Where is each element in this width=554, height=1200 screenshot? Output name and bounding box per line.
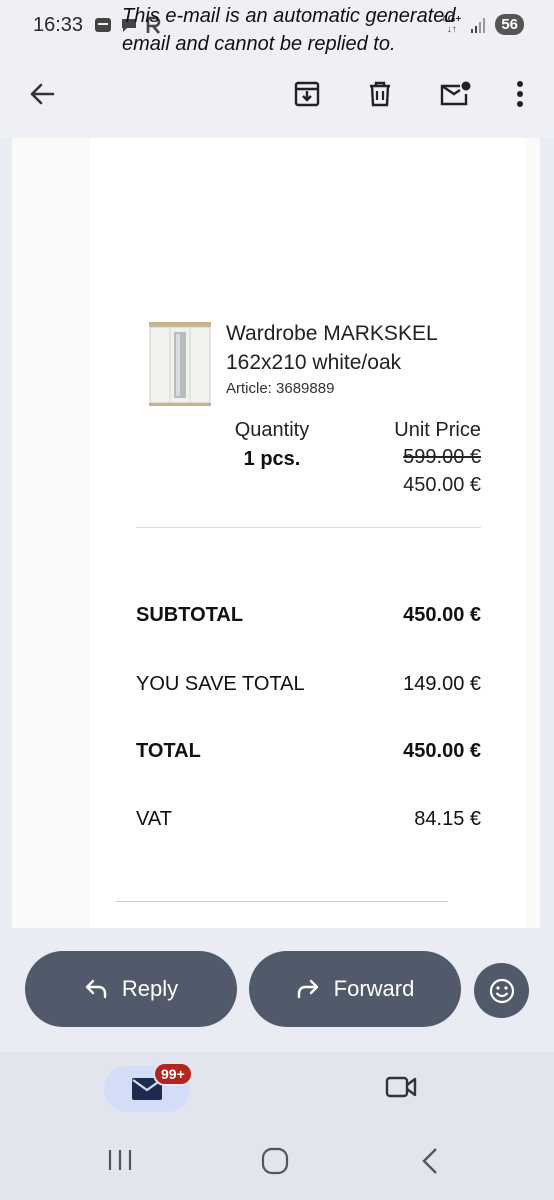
status-time: 16:33	[33, 14, 84, 36]
vat-label: VAT	[136, 808, 172, 830]
total-label: TOTAL	[136, 740, 201, 762]
archive-icon	[294, 81, 320, 107]
new-price: 450.00 €	[403, 474, 481, 496]
home-icon	[261, 1147, 289, 1175]
vat-row: VAT 84.15 €	[136, 808, 481, 831]
bottom-navigation: 99+	[0, 1052, 554, 1126]
divider	[116, 901, 448, 902]
savings-row: YOU SAVE TOTAL 149.00 €	[136, 673, 481, 696]
reply-icon	[85, 979, 107, 999]
subtotal-value: 450.00 €	[403, 604, 481, 626]
savings-label: YOU SAVE TOTAL	[136, 673, 305, 695]
video-camera-icon	[385, 1076, 417, 1098]
product-image[interactable]	[148, 320, 212, 406]
mark-unread-icon	[440, 81, 471, 106]
product-article: Article: 3689889	[226, 380, 335, 397]
subtotal-row: SUBTOTAL 450.00 €	[136, 604, 481, 627]
delete-icon	[370, 81, 390, 107]
back-button[interactable]	[20, 72, 64, 116]
back-arrow-icon	[30, 83, 55, 105]
reply-label: Reply	[121, 976, 179, 1001]
unread-badge: 99+	[153, 1062, 193, 1086]
old-price: 599.00 €	[403, 446, 481, 468]
recent-apps-button[interactable]	[106, 1146, 134, 1179]
divider	[136, 527, 481, 528]
delete-button[interactable]	[358, 72, 402, 116]
reply-button[interactable]: Reply	[25, 951, 237, 1027]
auto-generated-notice: This e-mail is an automatic generated em…	[122, 5, 456, 55]
recent-apps-icon	[108, 1150, 132, 1170]
subtotal-label: SUBTOTAL	[136, 604, 244, 626]
mark-unread-button[interactable]	[433, 72, 477, 116]
smiley-icon	[489, 978, 514, 1003]
system-navigation	[0, 1126, 554, 1200]
vat-value: 84.15 €	[414, 808, 481, 830]
forward-button[interactable]: Forward	[249, 951, 461, 1027]
total-row: TOTAL 450.00 €	[136, 740, 481, 763]
nav-meet[interactable]	[384, 1074, 418, 1105]
emoji-reaction-button[interactable]	[474, 963, 529, 1018]
home-button[interactable]	[260, 1146, 290, 1181]
more-options-button[interactable]	[498, 72, 542, 116]
back-chevron-icon	[422, 1148, 437, 1174]
more-icon	[517, 81, 523, 107]
unit-price-label: Unit Price	[394, 419, 481, 441]
email-toolbar	[0, 52, 554, 138]
back-nav-button[interactable]	[418, 1146, 442, 1181]
savings-value: 149.00 €	[403, 673, 481, 695]
archive-button[interactable]	[285, 72, 329, 116]
total-value: 450.00 €	[403, 740, 481, 762]
reply-actions: Reply Forward	[0, 928, 554, 1052]
message-icon	[95, 18, 111, 32]
forward-icon	[297, 979, 318, 999]
product-name[interactable]: Wardrobe MARKSKEL 162x210 white/oak	[226, 319, 486, 377]
quantity-value: 1 pcs.	[243, 448, 301, 470]
forward-label: Forward	[333, 976, 415, 1001]
quantity-label: Quantity	[234, 419, 310, 441]
